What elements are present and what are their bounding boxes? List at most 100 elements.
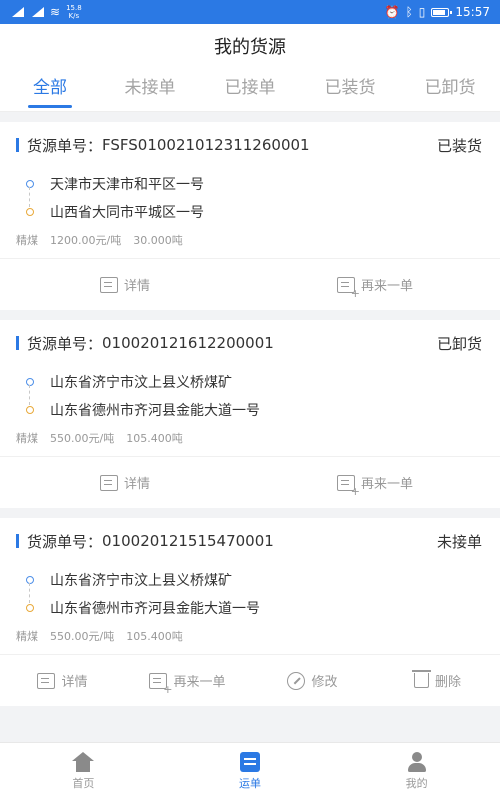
order-status: 已卸货	[436, 334, 482, 353]
order-card[interactable]: 货源单号： 010020121612200001 已卸货 山东省济宁市汶上县义桥…	[0, 320, 500, 508]
card-actions: 详情 再来一单 修改 删除	[0, 654, 500, 706]
route: 山东省济宁市汶上县义桥煤矿 山东省德州市齐河县金能大道一号	[0, 366, 500, 424]
home-icon	[72, 752, 95, 772]
accent-bar	[16, 336, 19, 350]
page-header: 我的货源	[0, 24, 500, 68]
cargo-weight: 30.000吨	[133, 234, 183, 247]
nav-profile[interactable]: 我的	[333, 743, 500, 800]
card-actions: 详情 再来一单	[0, 258, 500, 310]
order-card[interactable]: 货源单号： FSFS010021012311260001 已装货 天津市天津市和…	[0, 122, 500, 310]
order-number-label: 货源单号：	[27, 532, 103, 551]
origin-row: 天津市天津市和平区一号	[26, 170, 484, 198]
destination-address: 山东省德州市齐河县金能大道一号	[50, 601, 260, 617]
cargo-type: 精煤	[16, 630, 38, 643]
edit-label: 修改	[311, 675, 338, 690]
user-icon	[406, 752, 428, 772]
route: 山东省济宁市汶上县义桥煤矿 山东省德州市齐河县金能大道一号	[0, 564, 500, 622]
details-icon	[37, 672, 56, 689]
cargo-weight: 105.400吨	[126, 630, 183, 643]
tab-all[interactable]: 全部	[0, 68, 100, 112]
cargo-price: 550.00元/吨	[50, 432, 115, 445]
reorder-label: 再来一单	[173, 675, 226, 690]
nav-waybill[interactable]: 运单	[167, 743, 334, 800]
nav-home[interactable]: 首页	[0, 743, 167, 800]
tab-accepted[interactable]: 已接单	[200, 68, 300, 112]
order-number: 货源单号： FSFS010021012311260001	[16, 135, 310, 156]
details-button[interactable]: 详情	[0, 671, 125, 690]
origin-address: 山东省济宁市汶上县义桥煤矿	[50, 573, 232, 589]
route-line	[29, 583, 30, 603]
cargo-info: 精煤 550.00元/吨 105.400吨	[0, 424, 500, 456]
order-number-value: 010020121612200001	[102, 334, 274, 352]
destination-dot-icon	[26, 208, 34, 216]
order-number-label: 货源单号：	[27, 334, 103, 353]
destination-dot-icon	[26, 604, 34, 612]
reorder-button[interactable]: 再来一单	[125, 671, 250, 696]
details-icon	[99, 474, 118, 491]
destination-dot-icon	[26, 406, 34, 414]
origin-row: 山东省济宁市汶上县义桥煤矿	[26, 368, 484, 396]
order-card-header: 货源单号： FSFS010021012311260001 已装货	[0, 122, 500, 168]
details-label: 详情	[61, 675, 88, 690]
origin-dot-icon	[26, 378, 34, 386]
cargo-type: 精煤	[16, 432, 38, 445]
vibrate-icon: ▯	[418, 5, 426, 19]
details-button[interactable]: 详情	[0, 275, 250, 294]
order-number: 货源单号： 010020121612200001	[16, 333, 274, 354]
order-number-label: 货源单号：	[27, 136, 103, 155]
net-speed: 15.8 K/s	[66, 4, 82, 20]
reorder-icon	[149, 672, 172, 696]
waybill-icon	[240, 752, 260, 772]
order-card-header: 货源单号： 010020121612200001 已卸货	[0, 320, 500, 366]
cargo-info: 精煤 1200.00元/吨 30.000吨	[0, 226, 500, 258]
clock: 15:57	[455, 5, 490, 19]
cargo-price: 550.00元/吨	[50, 630, 115, 643]
bluetooth-icon: ᛒ	[405, 5, 413, 19]
route-line	[29, 187, 30, 207]
net-speed-value: 15.8	[66, 4, 82, 12]
alarm-icon: ⏰	[384, 5, 400, 19]
reorder-button[interactable]: 再来一单	[250, 275, 500, 300]
signal-icon-2	[30, 7, 44, 17]
trash-icon	[411, 670, 431, 688]
edit-icon	[287, 671, 306, 690]
battery-icon	[431, 7, 453, 17]
origin-row: 山东省济宁市汶上县义桥煤矿	[26, 566, 484, 594]
tab-not-accepted[interactable]: 未接单	[100, 68, 200, 112]
accent-bar	[16, 138, 19, 152]
destination-row: 山东省德州市齐河县金能大道一号	[26, 396, 484, 424]
order-status: 未接单	[436, 532, 482, 551]
order-number-value: 010020121515470001	[102, 532, 274, 550]
origin-dot-icon	[26, 576, 34, 584]
order-number-value: FSFS010021012311260001	[102, 136, 310, 154]
tab-unloaded[interactable]: 已卸货	[400, 68, 500, 112]
tab-loaded[interactable]: 已装货	[300, 68, 400, 112]
destination-address: 山西省大同市平城区一号	[50, 205, 204, 221]
order-list: 货源单号： FSFS010021012311260001 已装货 天津市天津市和…	[0, 122, 500, 716]
details-label: 详情	[123, 477, 150, 492]
details-icon	[99, 276, 118, 293]
origin-dot-icon	[26, 180, 34, 188]
order-status: 已装货	[436, 136, 482, 155]
card-actions: 详情 再来一单	[0, 456, 500, 508]
details-label: 详情	[123, 279, 150, 294]
cargo-type: 精煤	[16, 234, 38, 247]
route: 天津市天津市和平区一号 山西省大同市平城区一号	[0, 168, 500, 226]
status-tabs: 全部 未接单 已接单 已装货 已卸货	[0, 68, 500, 112]
order-card[interactable]: 货源单号： 010020121515470001 未接单 山东省济宁市汶上县义桥…	[0, 518, 500, 706]
origin-address: 山东省济宁市汶上县义桥煤矿	[50, 375, 232, 391]
reorder-button[interactable]: 再来一单	[250, 473, 500, 498]
nav-home-label: 首页	[72, 777, 95, 790]
origin-address: 天津市天津市和平区一号	[50, 177, 204, 193]
reorder-icon	[336, 474, 360, 498]
destination-address: 山东省德州市齐河县金能大道一号	[50, 403, 260, 419]
delete-button[interactable]: 删除	[375, 670, 500, 690]
order-number: 货源单号： 010020121515470001	[16, 531, 274, 552]
nav-waybill-label: 运单	[239, 777, 261, 790]
order-card-header: 货源单号： 010020121515470001 未接单	[0, 518, 500, 564]
cargo-price: 1200.00元/吨	[50, 234, 122, 247]
cargo-weight: 105.400吨	[126, 432, 183, 445]
destination-row: 山西省大同市平城区一号	[26, 198, 484, 226]
details-button[interactable]: 详情	[0, 473, 250, 492]
edit-button[interactable]: 修改	[250, 671, 375, 690]
